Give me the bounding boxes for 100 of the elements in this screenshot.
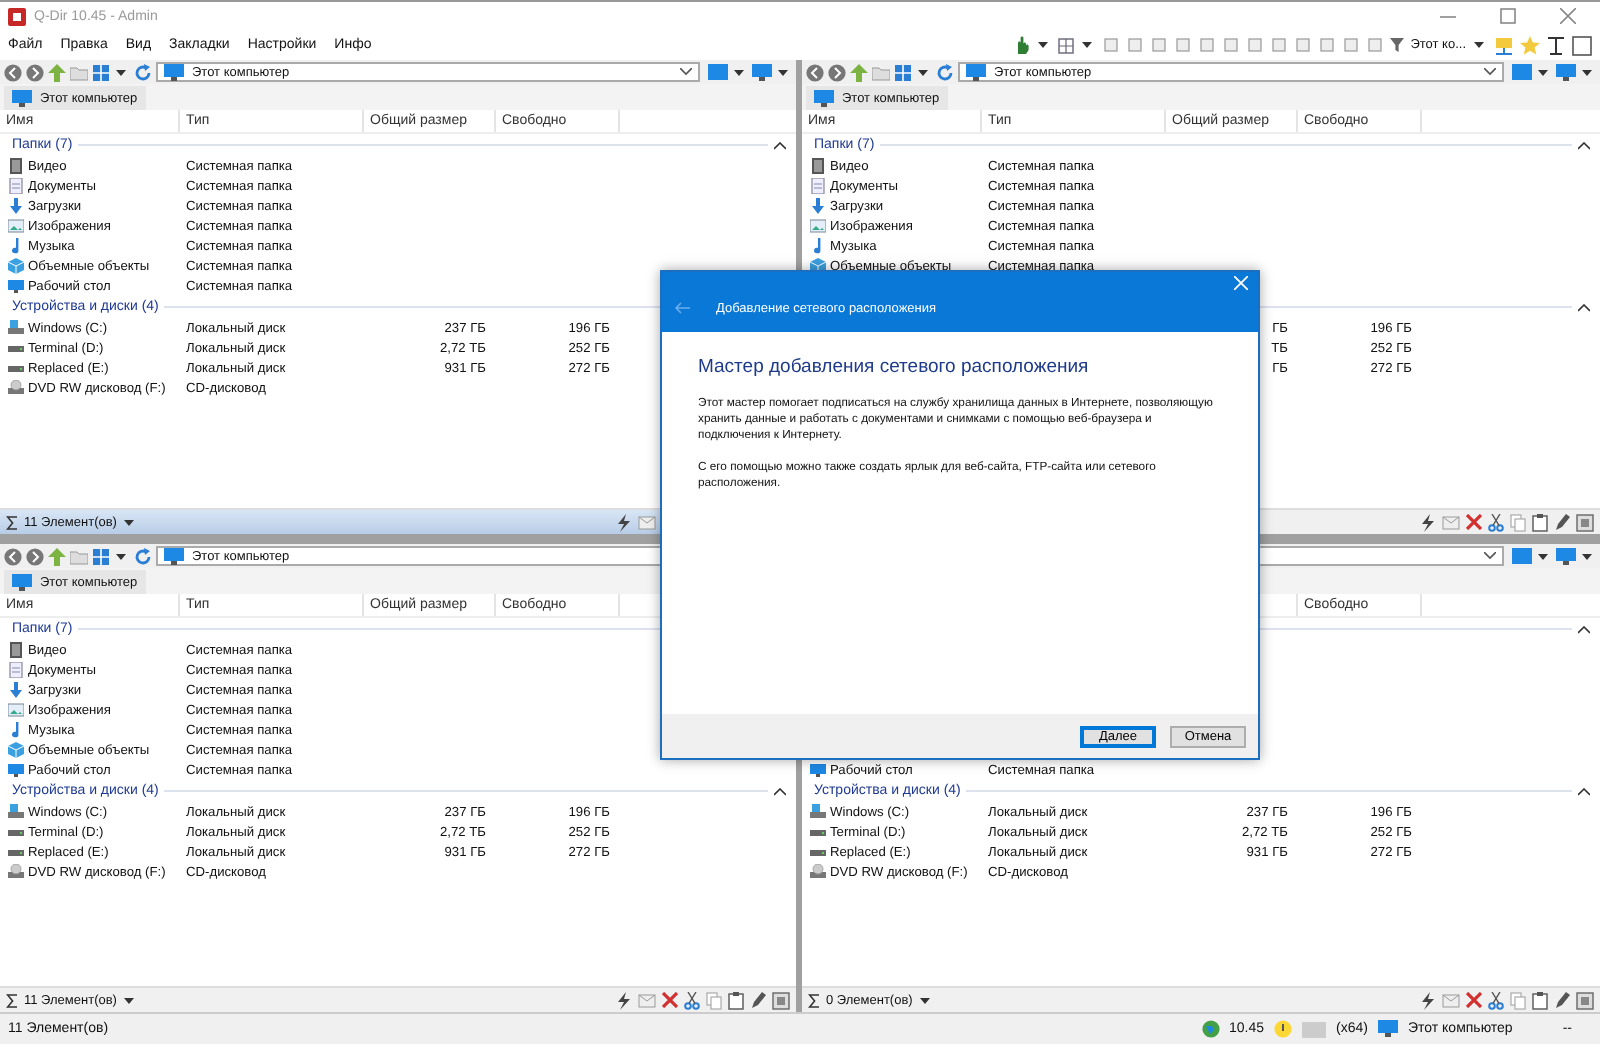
disc-drive-icon	[810, 864, 826, 880]
caret-icon[interactable]	[734, 69, 744, 75]
computer-icon[interactable]	[752, 63, 772, 81]
document-icon	[8, 178, 24, 194]
forward-icon[interactable]	[828, 63, 846, 81]
hand-icon[interactable]	[1014, 36, 1031, 54]
window-icon[interactable]	[1572, 35, 1592, 55]
pen-icon[interactable]	[1554, 991, 1570, 1009]
pen-icon[interactable]	[750, 991, 766, 1009]
globe-icon	[1201, 1020, 1219, 1038]
computer-icon	[1377, 1020, 1398, 1038]
computer-icon[interactable]	[1556, 63, 1576, 81]
drive-icon	[810, 844, 826, 860]
document-icon	[810, 178, 826, 194]
view-grid-icon[interactable]	[92, 63, 110, 81]
square-icon[interactable]	[1576, 991, 1594, 1009]
computer-icon[interactable]	[1556, 547, 1576, 565]
cube-icon	[8, 742, 24, 758]
tools-icon[interactable]	[1546, 35, 1566, 55]
back-icon[interactable]	[4, 547, 22, 565]
dialog-heading: Мастер добавления сетевого расположения	[698, 356, 1091, 378]
lightning-icon[interactable]	[616, 513, 632, 531]
computer-icon	[814, 89, 834, 107]
forward-icon[interactable]	[26, 547, 44, 565]
close-icon[interactable]	[1560, 8, 1576, 24]
monitor-icon	[810, 762, 826, 778]
refresh-icon[interactable]	[936, 63, 954, 81]
paste-icon[interactable]	[728, 991, 744, 1009]
picture-icon	[8, 702, 24, 718]
music-note-icon	[810, 238, 826, 254]
lightning-icon[interactable]	[1420, 991, 1436, 1009]
back-icon[interactable]	[806, 63, 824, 81]
paste-icon[interactable]	[1532, 513, 1548, 531]
computer-icon	[164, 63, 184, 81]
music-note-icon	[8, 722, 24, 738]
paste-icon[interactable]	[1532, 991, 1548, 1009]
refresh-icon[interactable]	[134, 63, 152, 81]
forward-icon[interactable]	[26, 63, 44, 81]
caret-icon[interactable]	[778, 69, 788, 75]
back-icon[interactable]	[4, 63, 22, 81]
collapse-icon[interactable]	[1578, 141, 1590, 149]
caret-icon[interactable]	[1582, 553, 1592, 559]
filter-icon[interactable]	[1390, 38, 1405, 52]
network-icon[interactable]	[1494, 35, 1514, 55]
drive-icon	[8, 804, 24, 820]
caret-icon[interactable]	[918, 69, 928, 75]
down-arrow-icon	[810, 198, 826, 214]
collapse-icon[interactable]	[1578, 625, 1590, 633]
star-icon[interactable]	[1520, 35, 1540, 55]
drive-icon	[8, 320, 24, 336]
cut-icon[interactable]	[1488, 991, 1504, 1009]
collapse-icon[interactable]	[774, 141, 786, 149]
delete-icon[interactable]	[1466, 514, 1482, 530]
monitor-icon	[8, 278, 24, 294]
disc-drive-icon	[8, 380, 24, 396]
square-icon[interactable]	[772, 991, 790, 1009]
drive-icon	[8, 824, 24, 840]
drive-icon	[8, 360, 24, 376]
dropdown-icon[interactable]	[1484, 552, 1496, 560]
caret-icon[interactable]	[116, 69, 126, 75]
caret-icon[interactable]	[1582, 69, 1592, 75]
cut-icon[interactable]	[684, 991, 700, 1009]
caret-icon[interactable]	[1538, 69, 1548, 75]
pen-icon[interactable]	[1554, 513, 1570, 531]
picture-icon	[8, 218, 24, 234]
square-icon[interactable]	[1576, 513, 1594, 531]
dropdown-icon[interactable]	[680, 68, 692, 76]
caret-icon[interactable]	[1082, 42, 1093, 48]
drive-icon	[810, 824, 826, 840]
collapse-icon[interactable]	[1578, 787, 1590, 795]
collapse-icon[interactable]	[774, 787, 786, 795]
caret-icon[interactable]	[1474, 42, 1484, 48]
delete-icon[interactable]	[662, 992, 678, 1008]
caret-icon[interactable]	[124, 519, 135, 525]
sum-icon	[6, 993, 18, 1007]
caret-icon[interactable]	[1538, 553, 1548, 559]
computer-icon	[164, 547, 184, 565]
caret-icon[interactable]	[1038, 42, 1049, 48]
lightning-icon[interactable]	[616, 991, 632, 1009]
computer-icon	[12, 573, 32, 591]
dropdown-icon[interactable]	[1484, 68, 1496, 76]
grid-icon[interactable]	[1058, 37, 1075, 53]
view-grid-icon[interactable]	[894, 63, 912, 81]
maximize-icon[interactable]	[1500, 8, 1516, 24]
drive-icon	[8, 844, 24, 860]
cut-icon[interactable]	[1488, 513, 1504, 531]
view-grid-icon[interactable]	[92, 547, 110, 565]
delete-icon[interactable]	[1466, 992, 1482, 1008]
monitor-icon	[8, 762, 24, 778]
computer-icon	[966, 63, 986, 81]
film-icon	[8, 642, 24, 658]
music-note-icon	[8, 238, 24, 254]
app-icon	[8, 7, 26, 25]
caret-icon[interactable]	[124, 997, 135, 1003]
caret-icon[interactable]	[920, 997, 931, 1003]
caret-icon[interactable]	[116, 553, 126, 559]
refresh-icon[interactable]	[134, 547, 152, 565]
computer-icon	[12, 89, 32, 107]
collapse-icon[interactable]	[1578, 303, 1590, 311]
lightning-icon[interactable]	[1420, 513, 1436, 531]
